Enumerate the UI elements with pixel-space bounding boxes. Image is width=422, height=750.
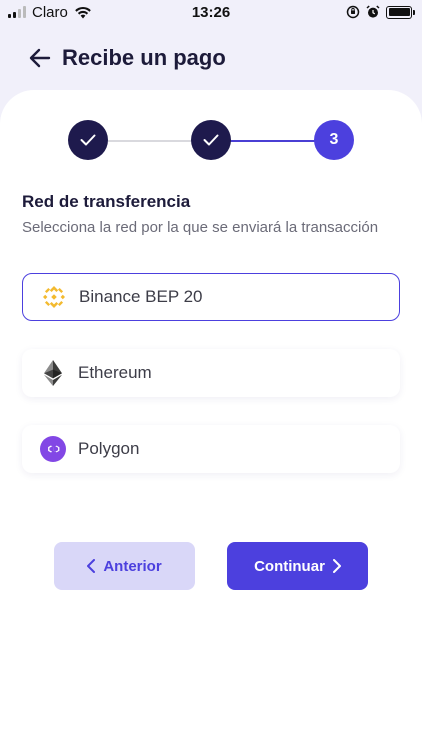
step-2-completed xyxy=(191,120,231,160)
chevron-left-icon xyxy=(87,559,96,573)
arrow-left-icon xyxy=(29,48,51,68)
check-icon xyxy=(203,134,219,146)
carrier-name: Claro xyxy=(32,3,68,21)
alarm-icon xyxy=(366,5,380,18)
previous-button-label: Anterior xyxy=(103,557,162,575)
step-3-current: 3 xyxy=(314,120,354,160)
network-label: Binance BEP 20 xyxy=(79,287,203,306)
polygon-icon xyxy=(40,436,66,462)
network-option-binance[interactable]: Binance BEP 20 xyxy=(22,273,400,321)
network-label: Polygon xyxy=(78,439,140,458)
step-3-label: 3 xyxy=(329,131,339,148)
section-subtitle: Selecciona la red por la que se enviará … xyxy=(22,219,379,236)
stepper: 3 xyxy=(68,120,354,162)
battery-icon xyxy=(386,5,415,19)
step-1-completed xyxy=(68,120,108,160)
status-right xyxy=(346,5,415,19)
previous-button[interactable]: Anterior xyxy=(54,542,195,590)
network-option-polygon[interactable]: Polygon xyxy=(22,425,400,473)
binance-icon xyxy=(41,284,67,310)
step-connector-1 xyxy=(108,140,192,142)
continue-button-label: Continuar xyxy=(254,557,325,575)
section-title: Red de transferencia xyxy=(22,192,191,211)
network-label: Ethereum xyxy=(78,363,152,382)
status-left: Claro xyxy=(8,4,92,21)
orientation-lock-icon xyxy=(346,5,360,19)
wifi-icon xyxy=(75,6,91,18)
content-card: 3 Red de transferencia Selecciona la red… xyxy=(0,90,422,750)
step-connector-2 xyxy=(230,140,316,142)
ethereum-icon xyxy=(40,360,66,386)
continue-button[interactable]: Continuar xyxy=(227,542,368,590)
page-title: Recibe un pago xyxy=(62,45,226,70)
status-bar: Claro 13:26 xyxy=(0,0,422,24)
chevron-right-icon xyxy=(332,559,341,573)
page-header: Recibe un pago xyxy=(0,38,422,78)
network-option-ethereum[interactable]: Ethereum xyxy=(22,349,400,397)
check-icon xyxy=(80,134,96,146)
back-button[interactable] xyxy=(28,46,52,70)
signal-icon xyxy=(8,6,26,18)
